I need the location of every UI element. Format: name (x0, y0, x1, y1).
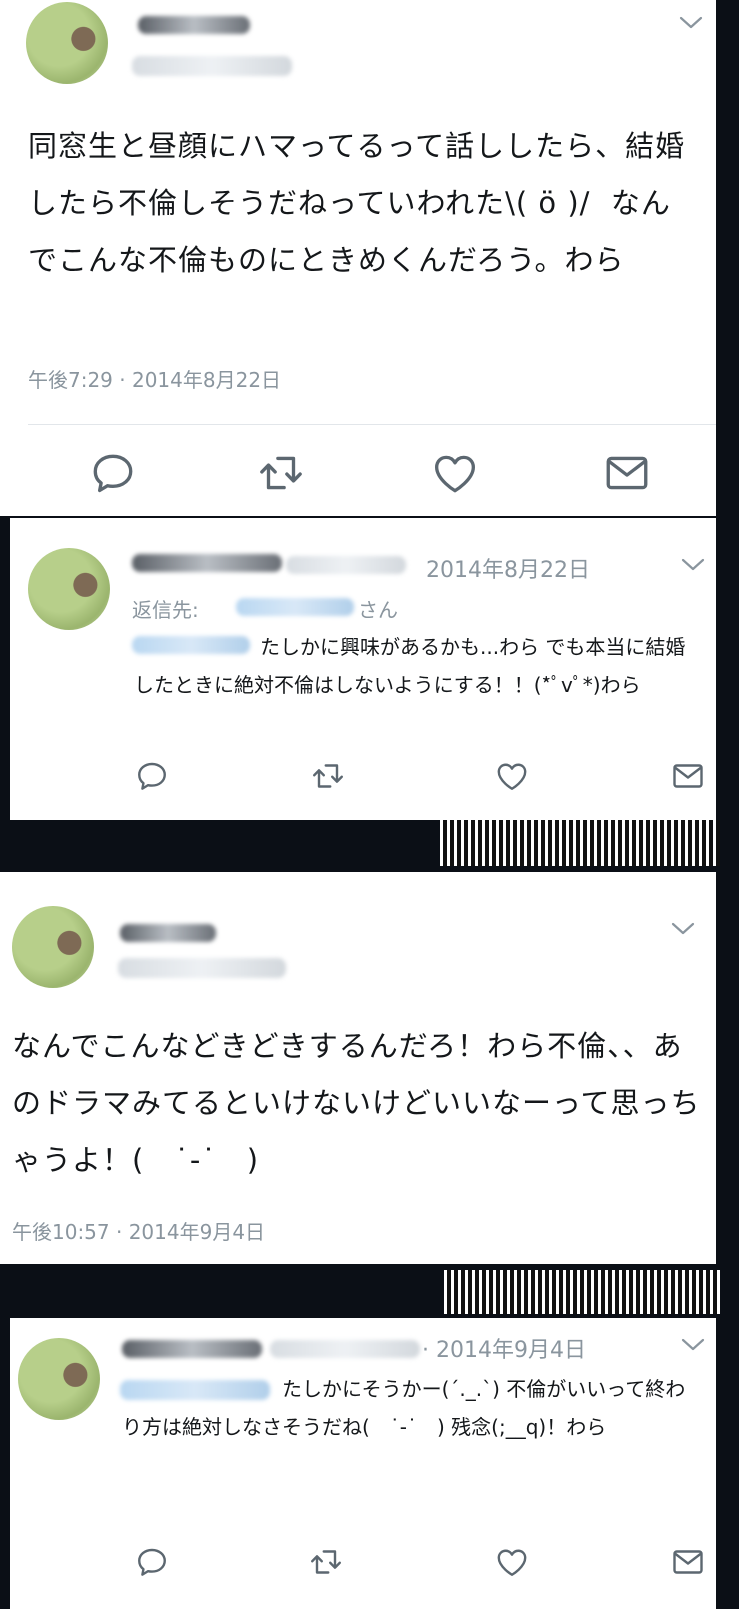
display-name-redacted (120, 924, 216, 942)
message-icon[interactable] (602, 448, 652, 498)
avatar[interactable] (28, 548, 110, 630)
reply-to-suffix: さん (358, 598, 398, 622)
chevron-down-icon[interactable] (678, 14, 704, 32)
like-icon[interactable] (430, 448, 480, 498)
display-name-redacted (138, 16, 250, 34)
tweet-timestamp[interactable]: 午後7:29 · 2014年8月22日 (28, 364, 281, 393)
reply-text: たしかにそうかー(´._.`) 不倫がいいって終わり方は絶対しなさそうだね( ˙… (122, 1377, 686, 1439)
divider (28, 424, 716, 425)
reply-to-handle-redacted[interactable] (236, 598, 354, 616)
reply-to-prefix: 返信先: (132, 598, 199, 622)
tweet-card-1: 同窓生と昼顔にハマってるって話ししたら、結婚したら不倫しそうだねっていわれた\(… (0, 0, 716, 516)
reply-text: たしかに興味があるかも...わら でも本当に結婚したときに絶対不倫はしないように… (134, 635, 686, 697)
reply-card-2: · 2014年9月4日 たしかにそうかー(´._.`) 不倫がいいって終わり方は… (10, 1318, 716, 1609)
reply-date[interactable]: 2014年8月22日 (426, 552, 590, 584)
chevron-down-icon[interactable] (680, 1336, 706, 1354)
tweet-timestamp[interactable]: 午後10:57 · 2014年9月4日 (12, 1216, 265, 1245)
torn-edge (440, 820, 720, 866)
reply-date[interactable]: · 2014年9月4日 (422, 1332, 586, 1364)
display-name-redacted (122, 1340, 262, 1358)
torn-edge (444, 1270, 720, 1314)
retweet-icon[interactable] (256, 448, 306, 498)
reply-icon[interactable] (134, 758, 170, 794)
like-icon[interactable] (494, 758, 530, 794)
avatar[interactable] (18, 1338, 100, 1420)
tweet-card-2: なんでこんなどきどきするんだろ！わら不倫、、あのドラマみてるといけないけどいいな… (0, 872, 716, 1264)
tweet-text: なんでこんなどきどきするんだろ！わら不倫、、あのドラマみてるといけないけどいいな… (12, 1029, 701, 1177)
message-icon[interactable] (670, 758, 706, 794)
retweet-icon[interactable] (308, 1544, 344, 1580)
reply-icon[interactable] (88, 448, 138, 498)
reply-icon[interactable] (134, 1544, 170, 1580)
avatar[interactable] (12, 906, 94, 988)
chevron-down-icon[interactable] (670, 920, 696, 938)
like-icon[interactable] (494, 1544, 530, 1580)
username-redacted (118, 958, 286, 978)
display-name-redacted (132, 554, 282, 572)
username-redacted (270, 1340, 420, 1358)
reply-card-1: 2014年8月22日 返信先: さん たしかに興味があるかも...わら でも本当… (10, 518, 716, 820)
username-redacted (132, 56, 292, 76)
username-redacted (286, 556, 406, 574)
tweet-text: 同窓生と昼顔にハマってるって話ししたら、結婚したら不倫しそうだねっていわれた\(… (28, 129, 686, 277)
chevron-down-icon[interactable] (680, 556, 706, 574)
retweet-icon[interactable] (310, 758, 346, 794)
avatar[interactable] (26, 2, 108, 84)
message-icon[interactable] (670, 1544, 706, 1580)
